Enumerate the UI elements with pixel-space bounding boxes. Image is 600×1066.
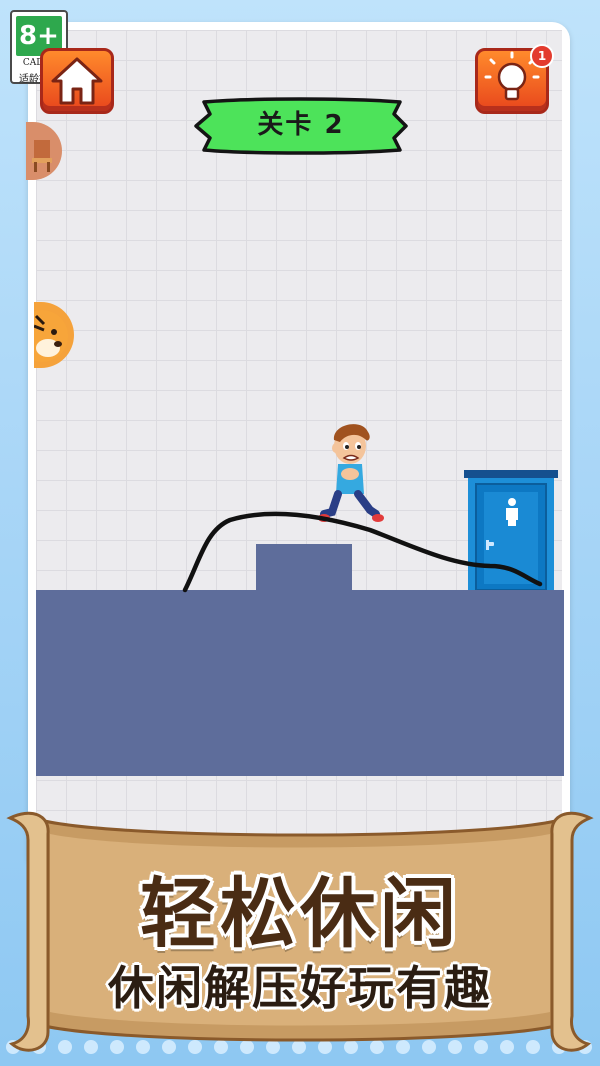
- boy-character: [318, 424, 384, 522]
- level-label: 关卡 2: [257, 110, 345, 140]
- banner-subtitle: 休闲解压好玩有趣: [108, 961, 492, 1015]
- ground-platform: [36, 590, 564, 776]
- home-button[interactable]: [40, 48, 114, 114]
- banner-title: 轻松休闲: [140, 869, 460, 958]
- raised-block: [256, 544, 352, 591]
- hint-count-badge: 1: [530, 44, 554, 68]
- restroom-door: [464, 470, 558, 590]
- home-icon: [51, 57, 103, 105]
